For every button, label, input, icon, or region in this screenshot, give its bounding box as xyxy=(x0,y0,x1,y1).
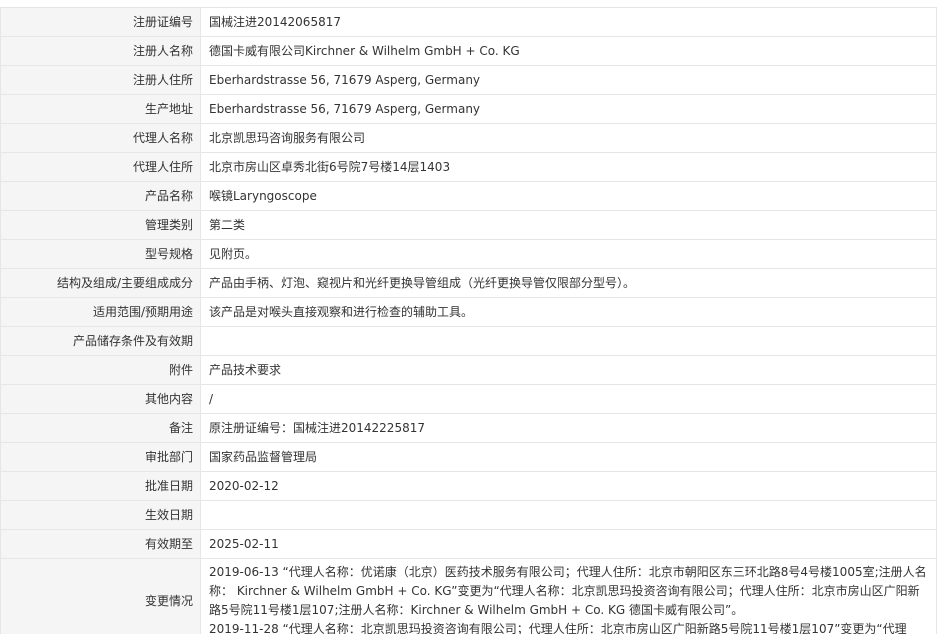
row-label: 有效期至 xyxy=(0,529,201,559)
row-value: 见附页。 xyxy=(200,239,937,269)
row-value: 北京凯思玛咨询服务有限公司 xyxy=(200,123,937,153)
row-value: 产品由手柄、灯泡、窥视片和光纤更换导管组成（光纤更换导管仅限部分型号）。 xyxy=(200,268,937,298)
info-table-body: 注册证编号 国械注进20142065817 注册人名称 德国卡威有限公司Kirchn… xyxy=(0,7,937,634)
row-value: 喉镜Laryngoscope xyxy=(200,181,937,211)
row-label: 代理人住所 xyxy=(0,152,201,182)
row-value xyxy=(200,500,937,530)
table-row: 代理人住所 北京市房山区卓秀北街6号院7号楼14层1403 xyxy=(0,152,937,182)
table-row: 生效日期 xyxy=(0,500,937,530)
row-value: Eberhardstrasse 56, 71679 Asperg, German… xyxy=(200,94,937,124)
change-entry: 2019-06-13 “代理人名称：优诺康（北京）医药技术服务有限公司；代理人住… xyxy=(209,565,927,617)
table-row: 生产地址 Eberhardstrasse 56, 71679 Asperg, Ge… xyxy=(0,94,937,124)
row-label: 批准日期 xyxy=(0,471,201,501)
row-label: 结构及组成/主要组成成分 xyxy=(0,268,201,298)
row-value xyxy=(200,326,937,356)
table-row: 注册证编号 国械注进20142065817 xyxy=(0,7,937,37)
table-row: 备注 原注册证编号：国械注进20142225817 xyxy=(0,413,937,443)
table-row: 产品储存条件及有效期 xyxy=(0,326,937,356)
row-label: 生产地址 xyxy=(0,94,201,124)
row-value: 国家药品监督管理局 xyxy=(200,442,937,472)
row-value: 第二类 xyxy=(200,210,937,240)
table-row: 附件 产品技术要求 xyxy=(0,355,937,385)
row-label: 管理类别 xyxy=(0,210,201,240)
changes-label: 变更情况 xyxy=(0,558,201,634)
row-label: 审批部门 xyxy=(0,442,201,472)
row-label: 注册人住所 xyxy=(0,65,201,95)
table-row: 批准日期 2020-02-12 xyxy=(0,471,937,501)
table-row: 结构及组成/主要组成成分 产品由手柄、灯泡、窥视片和光纤更换导管组成（光纤更换导管… xyxy=(0,268,937,298)
row-value: / xyxy=(200,384,937,414)
registration-info-table: 注册证编号 国械注进20142065817 注册人名称 德国卡威有限公司Kirchn… xyxy=(0,7,937,634)
row-value: 2025-02-11 xyxy=(200,529,937,559)
row-label: 产品储存条件及有效期 xyxy=(0,326,201,356)
change-entry: 2019-11-28 “代理人名称：北京凯思玛投资咨询有限公司；代理人住所：北京… xyxy=(209,622,907,634)
row-label: 附件 xyxy=(0,355,201,385)
table-row: 其他内容 / xyxy=(0,384,937,414)
table-row: 适用范围/预期用途 该产品是对喉头直接观察和进行检查的辅助工具。 xyxy=(0,297,937,327)
table-row: 产品名称 喉镜Laryngoscope xyxy=(0,181,937,211)
table-row: 注册人住所 Eberhardstrasse 56, 71679 Asperg, G… xyxy=(0,65,937,95)
row-label: 适用范围/预期用途 xyxy=(0,297,201,327)
row-label: 代理人名称 xyxy=(0,123,201,153)
row-label: 注册证编号 xyxy=(0,7,201,37)
row-value: 北京市房山区卓秀北街6号院7号楼14层1403 xyxy=(200,152,937,182)
changes-value: 2019-06-13 “代理人名称：优诺康（北京）医药技术服务有限公司；代理人住… xyxy=(200,558,937,634)
row-value: 国械注进20142065817 xyxy=(200,7,937,37)
row-label: 备注 xyxy=(0,413,201,443)
row-label: 型号规格 xyxy=(0,239,201,269)
row-label: 注册人名称 xyxy=(0,36,201,66)
row-value: 产品技术要求 xyxy=(200,355,937,385)
row-label: 产品名称 xyxy=(0,181,201,211)
changes-row: 变更情况 2019-06-13 “代理人名称：优诺康（北京）医药技术服务有限公司… xyxy=(0,558,937,634)
table-row: 代理人名称 北京凯思玛咨询服务有限公司 xyxy=(0,123,937,153)
row-value: Eberhardstrasse 56, 71679 Asperg, German… xyxy=(200,65,937,95)
row-value: 该产品是对喉头直接观察和进行检查的辅助工具。 xyxy=(200,297,937,327)
table-row: 审批部门 国家药品监督管理局 xyxy=(0,442,937,472)
table-row: 有效期至 2025-02-11 xyxy=(0,529,937,559)
table-row: 管理类别 第二类 xyxy=(0,210,937,240)
row-value: 德国卡威有限公司Kirchner & Wilhelm GmbH + Co. KG xyxy=(200,36,937,66)
table-row: 注册人名称 德国卡威有限公司Kirchner & Wilhelm GmbH + C… xyxy=(0,36,937,66)
table-row: 型号规格 见附页。 xyxy=(0,239,937,269)
row-label: 其他内容 xyxy=(0,384,201,414)
row-label: 生效日期 xyxy=(0,500,201,530)
registration-info-panel: 注册证编号 国械注进20142065817 注册人名称 德国卡威有限公司Kirchn… xyxy=(0,7,937,634)
row-value: 原注册证编号：国械注进20142225817 xyxy=(200,413,937,443)
row-value: 2020-02-12 xyxy=(200,471,937,501)
